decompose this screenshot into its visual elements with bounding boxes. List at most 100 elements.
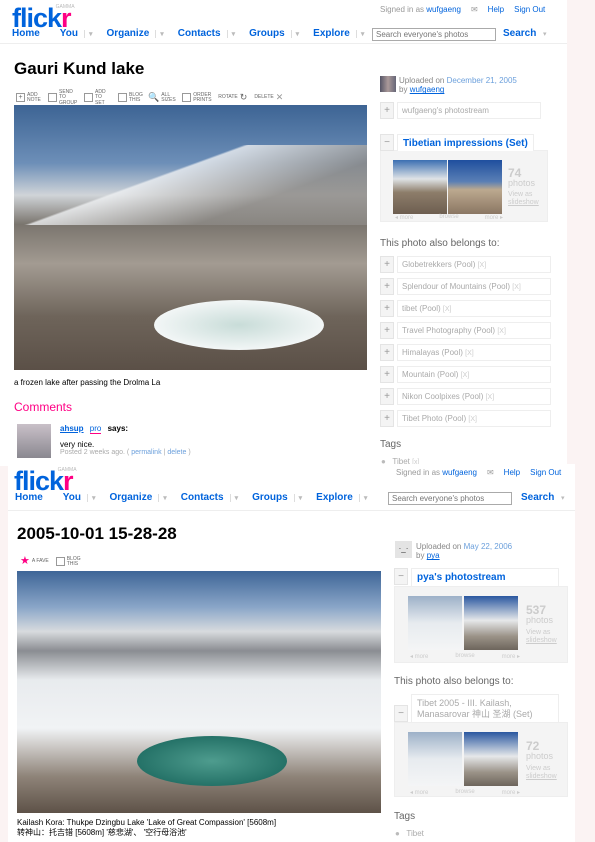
nav-home[interactable]: Home (15, 492, 43, 503)
commenter-link[interactable]: ahsup (60, 424, 84, 433)
user-link[interactable]: wufgaeng (442, 468, 477, 477)
order-prints-button[interactable]: ORDER PRINTS (182, 92, 212, 104)
expand-icon[interactable]: + (380, 278, 394, 295)
commenter-avatar[interactable] (17, 424, 51, 458)
collapse-icon[interactable]: − (394, 705, 408, 722)
pool-link[interactable]: Travel Photography (Pool) [X] (397, 322, 551, 339)
pool-item[interactable]: + Himalayas (Pool) [X] (380, 344, 551, 361)
owner-link[interactable]: wufgaeng (410, 85, 445, 94)
next-thumbnail[interactable] (464, 596, 518, 650)
permalink-link[interactable]: permalink (131, 449, 161, 456)
search-input[interactable] (388, 492, 512, 505)
chevron-down-icon[interactable]: ▾ (158, 493, 167, 502)
chevron-down-icon[interactable]: ▾ (86, 493, 95, 502)
pool-link[interactable]: Tibet Photo (Pool) [X] (397, 410, 551, 427)
upload-date-link[interactable]: December 21, 2005 (447, 76, 517, 85)
nav-organize[interactable]: Organize ▾ (109, 492, 166, 503)
nav-explore[interactable]: Explore ▾ (316, 492, 367, 503)
sign-out-link[interactable]: Sign Out (514, 5, 545, 14)
prev-thumbnail[interactable] (408, 732, 462, 786)
view-slideshow[interactable]: View as slideshow (526, 765, 557, 780)
expand-icon[interactable]: + (380, 388, 394, 405)
expand-icon[interactable]: + (380, 256, 394, 273)
remove-pool-button[interactable]: [X] (512, 284, 521, 291)
nav-groups[interactable]: Groups ▾ (249, 28, 299, 39)
main-photo[interactable] (17, 571, 381, 813)
pool-item[interactable]: + Nikon Coolpixes (Pool) [X] (380, 388, 551, 405)
nav-explore[interactable]: Explore ▾ (313, 28, 364, 39)
blog-this-button[interactable]: BLOG THIS (118, 92, 143, 104)
chevron-down-icon[interactable]: ▾ (229, 493, 238, 502)
photostream-context[interactable]: + wufgaeng's photostream (380, 102, 541, 119)
more-prev-link[interactable]: ◂ more (410, 789, 428, 796)
main-photo[interactable] (14, 105, 367, 370)
expand-icon[interactable]: + (380, 410, 394, 427)
pool-link[interactable]: Splendour of Mountains (Pool) [X] (397, 278, 551, 295)
expand-icon[interactable]: + (380, 322, 394, 339)
rotate-button[interactable]: ROTATE ↻ (218, 92, 247, 102)
browse-link[interactable]: browse (455, 653, 474, 660)
add-note-button[interactable]: + ADD NOTE (16, 92, 41, 104)
pool-item[interactable]: + Globetrekkers (Pool) [X] (380, 256, 551, 273)
mail-icon[interactable]: ✉ (487, 468, 494, 477)
more-next-link[interactable]: more ▸ (485, 214, 503, 221)
pool-link[interactable]: Globetrekkers (Pool) [X] (397, 256, 551, 273)
nav-home[interactable]: Home (12, 28, 40, 39)
blog-this-button[interactable]: BLOG THIS (55, 556, 81, 568)
remove-pool-button[interactable]: [X] (486, 394, 495, 401)
remove-pool-button[interactable]: [X] (461, 372, 470, 379)
nav-you[interactable]: You ▾ (60, 28, 93, 39)
chevron-down-icon[interactable]: ▾ (155, 29, 164, 38)
expand-icon[interactable]: + (380, 300, 394, 317)
nav-you[interactable]: You ▾ (63, 492, 96, 503)
collapse-icon[interactable]: − (380, 134, 394, 151)
nav-organize[interactable]: Organize ▾ (106, 28, 163, 39)
next-thumbnail[interactable] (464, 732, 518, 786)
pool-item[interactable]: + Tibet Photo (Pool) [X] (380, 410, 551, 427)
pool-link[interactable]: Nikon Coolpixes (Pool) [X] (397, 388, 551, 405)
chevron-down-icon[interactable]: ▾ (226, 29, 235, 38)
chevron-down-icon[interactable]: ▾ (561, 494, 565, 502)
owner-avatar[interactable]: ·_· (395, 541, 412, 558)
expand-icon[interactable]: + (380, 344, 394, 361)
flickr-logo[interactable]: flickr GAMMA (14, 468, 77, 495)
pool-item[interactable]: + tibet (Pool) [X] (380, 300, 551, 317)
chevron-down-icon[interactable]: ▾ (83, 29, 92, 38)
nav-contacts[interactable]: Contacts ▾ (181, 492, 238, 503)
pool-link[interactable]: Himalayas (Pool) [X] (397, 344, 551, 361)
upload-date-link[interactable]: May 22, 2006 (464, 542, 512, 551)
chevron-down-icon[interactable]: ▾ (293, 493, 302, 502)
more-prev-link[interactable]: ◂ more (410, 653, 428, 660)
remove-pool-button[interactable]: [X] (478, 262, 487, 269)
help-link[interactable]: Help (488, 5, 504, 14)
owner-avatar[interactable] (380, 76, 396, 92)
delete-button[interactable]: DELETE ✕ (254, 92, 283, 102)
remove-pool-button[interactable]: [X] (468, 416, 477, 423)
more-prev-link[interactable]: ◂ more (395, 214, 413, 221)
all-sizes-button[interactable]: 🔍 ALL SIZES (148, 92, 176, 104)
view-slideshow[interactable]: View as slideshow (526, 629, 557, 644)
help-link[interactable]: Help (504, 468, 520, 477)
photostream-link[interactable]: pya's photostream (411, 568, 559, 586)
set-title-link[interactable]: Tibetian impressions (Set) (397, 134, 534, 151)
pool-link[interactable]: Mountain (Pool) [X] (397, 366, 551, 383)
prev-thumbnail[interactable] (408, 596, 462, 650)
fave-button[interactable]: ★ A FAVE (20, 555, 49, 568)
browse-link[interactable]: browse (455, 789, 474, 796)
add-to-set-button[interactable]: ADD TO SET (84, 89, 111, 106)
chevron-down-icon[interactable]: ▾ (290, 29, 299, 38)
collapse-icon[interactable]: − (394, 568, 408, 585)
chevron-down-icon[interactable]: ▾ (543, 30, 547, 38)
expand-icon[interactable]: + (380, 366, 394, 383)
pool-item[interactable]: + Travel Photography (Pool) [X] (380, 322, 551, 339)
tag-link[interactable]: Tibet (406, 829, 424, 838)
nav-groups[interactable]: Groups ▾ (252, 492, 302, 503)
nav-contacts[interactable]: Contacts ▾ (178, 28, 235, 39)
chevron-down-icon[interactable]: ▾ (355, 29, 364, 38)
chevron-down-icon[interactable]: ▾ (358, 493, 367, 502)
more-next-link[interactable]: more ▸ (502, 653, 520, 660)
expand-icon[interactable]: + (380, 102, 394, 119)
pool-link[interactable]: tibet (Pool) [X] (397, 300, 551, 317)
sign-out-link[interactable]: Sign Out (530, 468, 561, 477)
remove-pool-button[interactable]: [X] (443, 306, 452, 313)
